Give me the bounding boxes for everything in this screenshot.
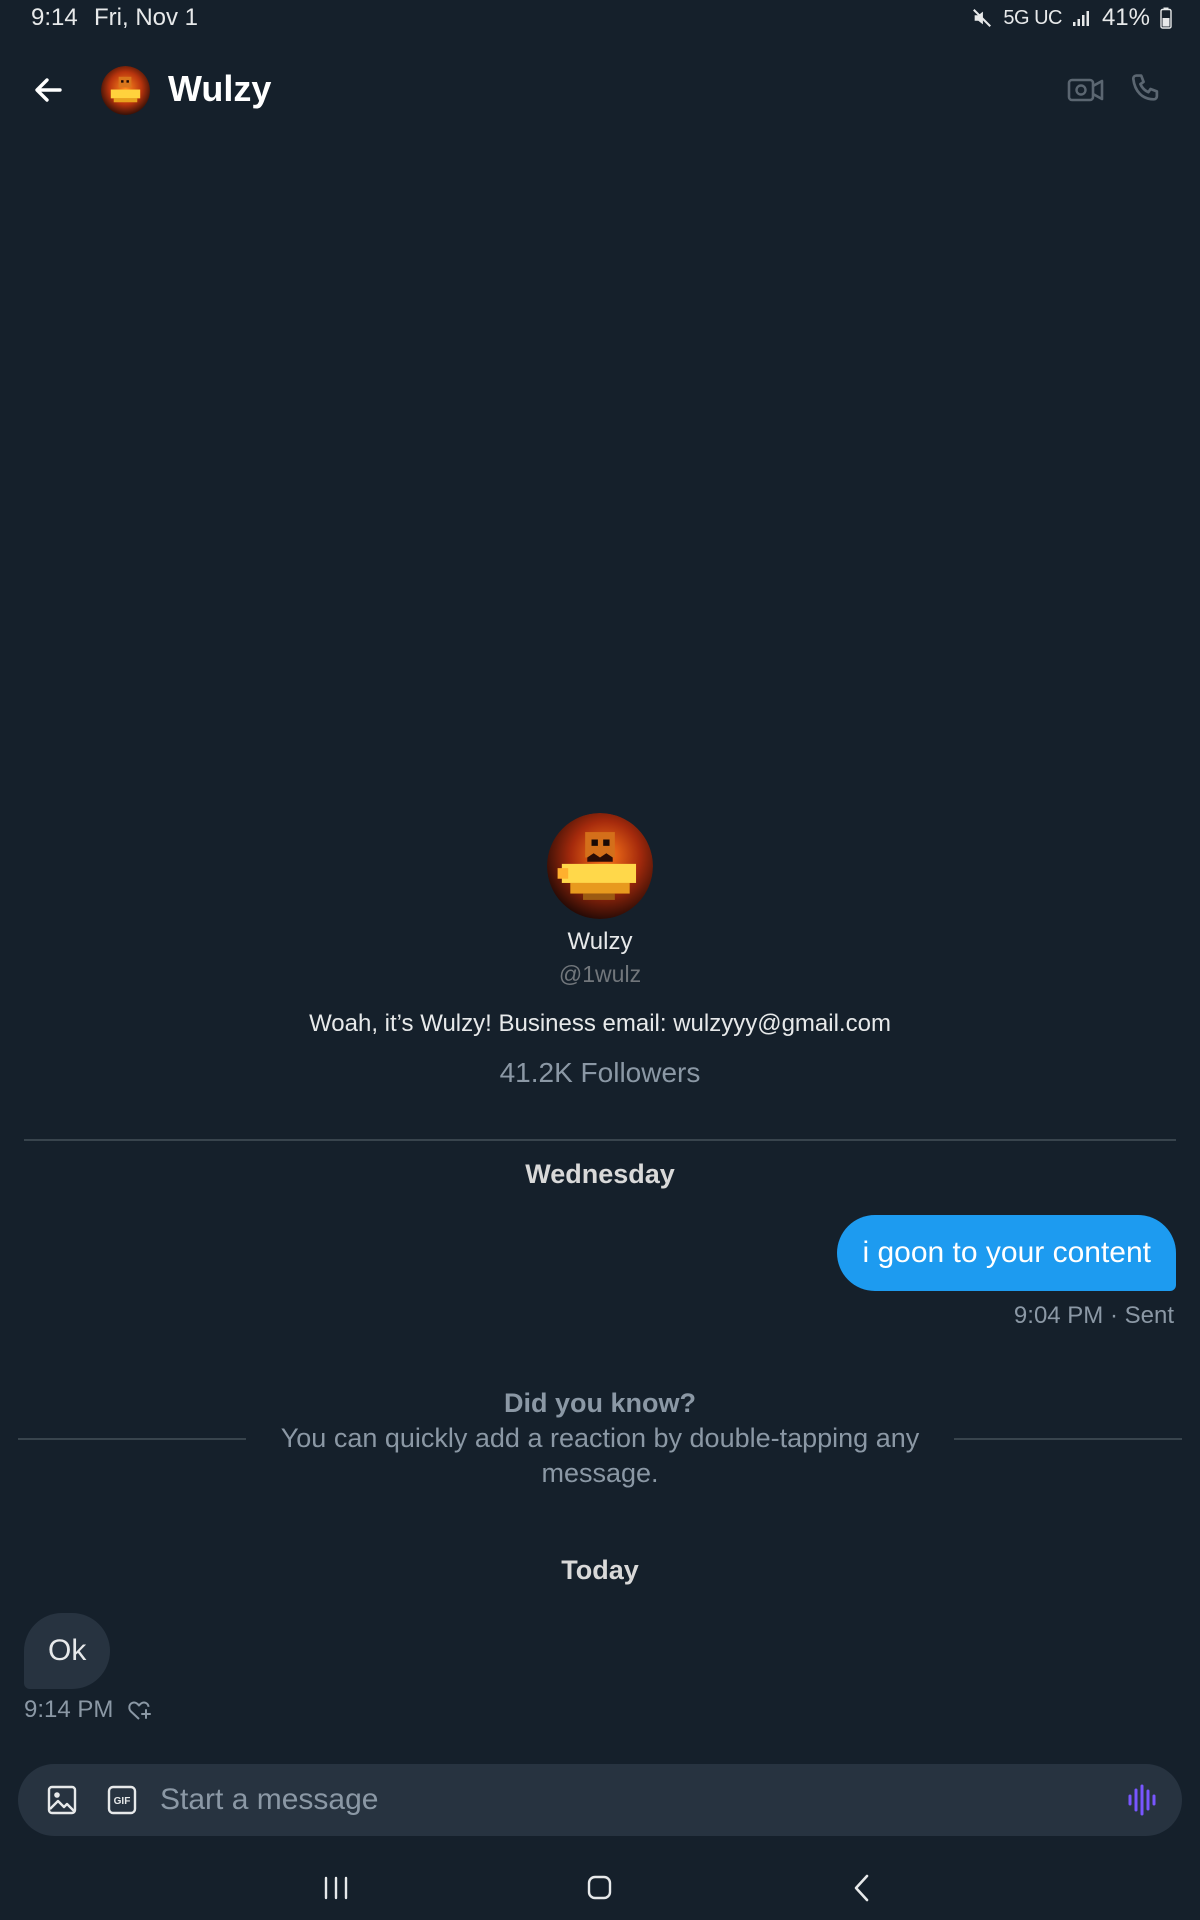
battery-percent: 41% — [1101, 4, 1150, 31]
sent-message-bubble[interactable]: i goon to your content — [837, 1215, 1176, 1291]
attach-gif-button[interactable]: GIF — [106, 1784, 138, 1816]
profile-bio: Woah, it’s Wulzy! Business email: wulzyy… — [309, 1010, 891, 1037]
status-bar: 9:14 Fri, Nov 1 5G UC 41% — [0, 0, 1200, 34]
video-camera-icon — [1067, 78, 1104, 102]
day-separator-today: Today — [561, 1555, 639, 1585]
gif-icon: GIF — [107, 1785, 137, 1815]
back-button[interactable] — [28, 70, 68, 110]
recents-icon — [324, 1876, 348, 1900]
status-time: 9:14 — [31, 4, 78, 31]
sent-message-meta: 9:04 PM · Sent — [1013, 1302, 1174, 1329]
add-reaction-icon[interactable] — [127, 1698, 153, 1722]
voice-message-button[interactable] — [1126, 1784, 1158, 1816]
system-back-button[interactable] — [843, 1870, 883, 1906]
received-message-bubble[interactable]: Ok — [24, 1613, 111, 1689]
received-message-meta: 9:14 PM — [24, 1696, 153, 1724]
mute-icon — [973, 9, 992, 27]
voice-icon — [1128, 1784, 1156, 1816]
svg-text:GIF: GIF — [114, 1796, 131, 1807]
header-avatar[interactable] — [101, 66, 150, 115]
avatar-image — [101, 66, 150, 115]
tip-divider-right — [954, 1438, 1182, 1440]
chevron-left-icon — [854, 1874, 869, 1902]
recent-apps-button[interactable] — [316, 1870, 356, 1906]
video-call-button[interactable] — [1066, 72, 1106, 108]
status-indicators: 5G UC 41% — [971, 4, 1172, 32]
conversation-header: Wulzy — [0, 58, 1200, 122]
status-date: Fri, Nov 1 — [94, 4, 199, 31]
network-type: 5G UC — [1003, 6, 1062, 29]
message-input[interactable] — [158, 1776, 1098, 1824]
profile-divider — [24, 1139, 1176, 1141]
signal-icon — [1072, 11, 1089, 26]
home-icon — [587, 1875, 612, 1900]
image-icon — [47, 1785, 77, 1815]
back-arrow-icon — [35, 78, 62, 102]
message-composer: GIF — [18, 1764, 1182, 1836]
battery-icon — [1160, 7, 1172, 29]
profile-handle: @1wulz — [558, 961, 642, 987]
phone-icon — [1131, 74, 1159, 101]
avatar-image — [547, 813, 653, 919]
dm-conversation-screen: 9:14 Fri, Nov 1 5G UC 41% Wulzy Wulzy @1… — [0, 0, 1200, 1920]
profile-name: Wulzy — [567, 928, 633, 955]
home-button[interactable] — [579, 1870, 619, 1906]
system-nav-bar — [0, 1856, 1200, 1920]
voice-call-button[interactable] — [1126, 70, 1164, 108]
attach-image-button[interactable] — [46, 1784, 78, 1816]
header-title[interactable]: Wulzy — [168, 68, 271, 110]
tip-body: You can quickly add a reaction by double… — [280, 1423, 920, 1488]
tip-divider-left — [18, 1438, 246, 1440]
profile-followers[interactable]: 41.2K Followers — [0, 1057, 1200, 1089]
profile-avatar[interactable] — [547, 813, 653, 919]
received-message-time: 9:14 PM — [24, 1696, 114, 1723]
day-separator-wednesday: Wednesday — [525, 1159, 675, 1189]
tip-title: Did you know? — [504, 1388, 696, 1418]
